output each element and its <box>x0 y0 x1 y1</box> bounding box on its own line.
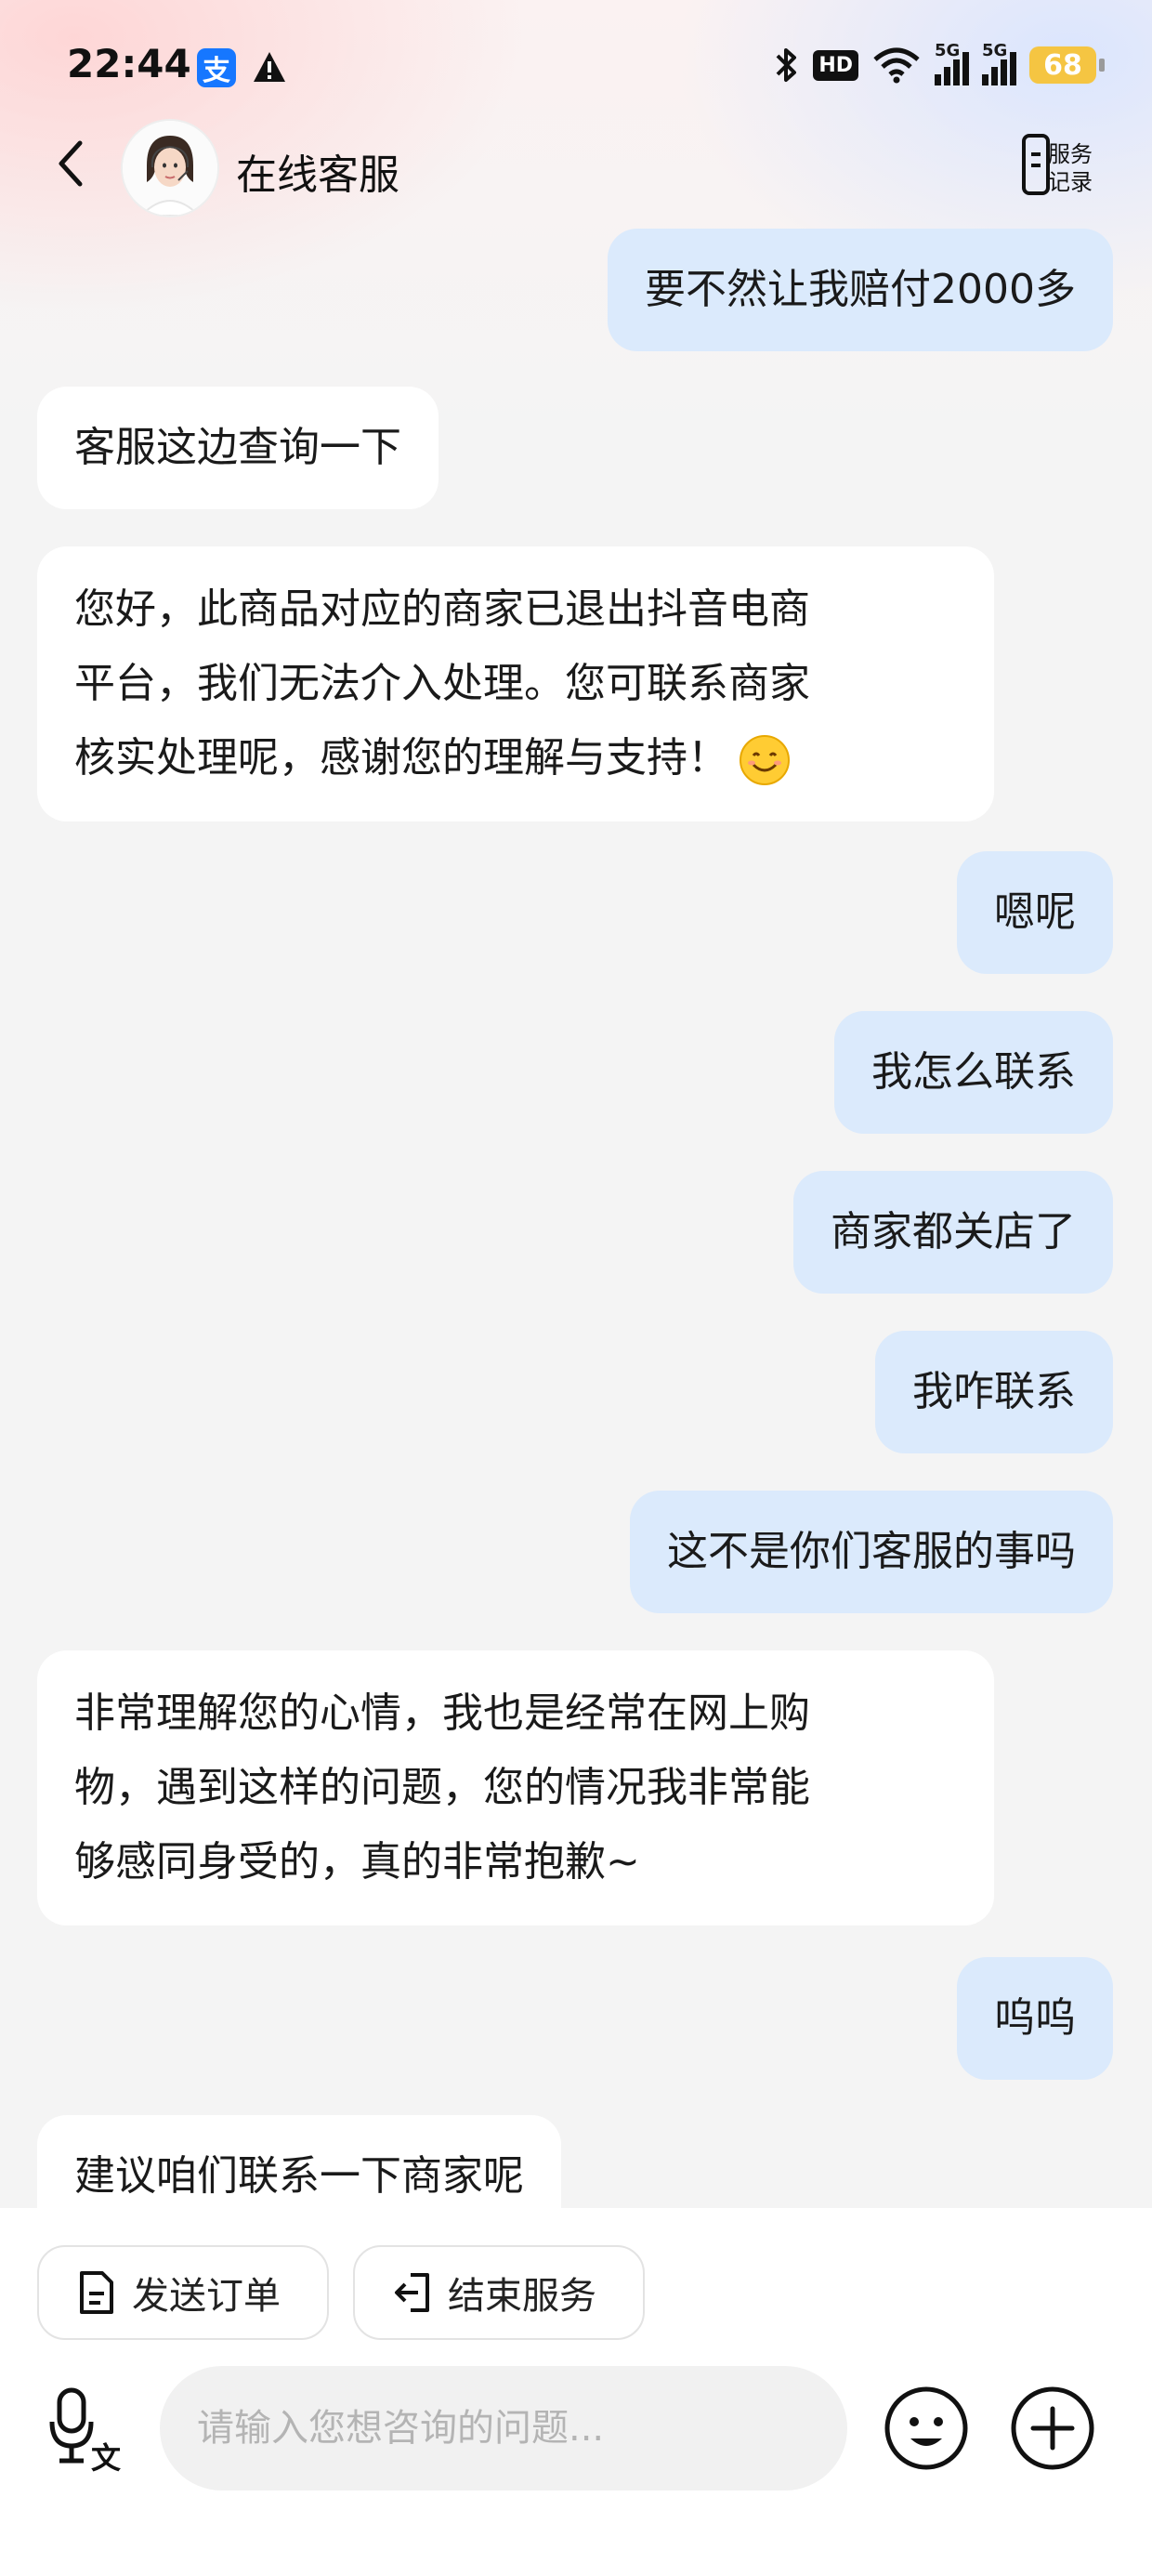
signal-icon-2: 5G <box>982 41 1016 85</box>
svg-text:记录: 记录 <box>1048 169 1093 195</box>
status-icons: HD 5G 5G 68 <box>772 41 1105 85</box>
status-bar: 22:44 支 HD 5G 5G 68 <box>0 0 1152 139</box>
user-message-bubble[interactable]: 要不然让我赔付2000多 <box>608 229 1113 351</box>
svg-text:服务: 服务 <box>1048 141 1093 167</box>
input-row: 文 <box>0 2366 1152 2496</box>
send-order-button[interactable]: 发送订单 <box>37 2245 329 2340</box>
message-line: 非常理解您的心情，我也是经常在网上购 <box>74 1689 810 1737</box>
document-icon <box>80 2271 113 2314</box>
agent-message-bubble[interactable]: 建议咱们联系一下商家呢 <box>37 2115 561 2208</box>
service-record-icon: 服务 记录 <box>1022 134 1093 195</box>
agent-message-bubble[interactable]: 客服这边查询一下 <box>37 387 439 509</box>
user-message-bubble[interactable]: 这不是你们客服的事吗 <box>630 1491 1113 1613</box>
chat-header: 在线客服 服务 记录 <box>0 121 1152 216</box>
message-list[interactable]: 要不然让我赔付2000多 客服这边查询一下 您好，此商品对应的商家已退出抖音电商… <box>0 223 1152 2208</box>
user-message-bubble[interactable]: 商家都关店了 <box>793 1171 1113 1294</box>
agent-portrait-icon <box>123 121 217 216</box>
send-order-label: 发送订单 <box>132 2275 281 2318</box>
back-arrow-icon[interactable] <box>45 136 100 191</box>
battery-indicator: 68 <box>1029 46 1105 84</box>
svg-text:文: 文 <box>91 2440 121 2476</box>
user-message-bubble[interactable]: 呜呜 <box>957 1957 1113 2080</box>
message-input[interactable] <box>160 2366 847 2491</box>
voice-to-text-button[interactable]: 文 <box>48 2385 132 2477</box>
service-record-button[interactable]: 服务 记录 <box>1020 130 1104 204</box>
exit-icon <box>395 2273 429 2312</box>
hd-voice-icon: HD <box>813 49 858 81</box>
end-service-label: 结束服务 <box>448 2275 596 2318</box>
status-time: 22:44 <box>67 41 191 86</box>
emoji-face-icon <box>884 2386 968 2470</box>
user-message-bubble[interactable]: 我咋联系 <box>875 1331 1113 1453</box>
user-message-bubble[interactable]: 我怎么联系 <box>834 1011 1113 1134</box>
more-options-button[interactable] <box>1009 2385 1096 2472</box>
emoji-button[interactable] <box>883 2385 970 2472</box>
agent-message-bubble[interactable]: 您好，此商品对应的商家已退出抖音电商 平台，我们无法介入处理。您可联系商家 核实… <box>37 546 994 821</box>
microphone-icon: 文 <box>49 2387 121 2476</box>
warning-icon <box>254 52 285 82</box>
bluetooth-icon <box>776 48 797 82</box>
wifi-icon <box>873 47 920 84</box>
page-title: 在线客服 <box>236 151 399 199</box>
smiling-face-emoji-icon <box>740 735 790 785</box>
agent-message-bubble[interactable]: 非常理解您的心情，我也是经常在网上购 物，遇到这样的问题，您的情况我非常能 够感… <box>37 1650 994 1925</box>
bottom-panel: 发送订单 结束服务 文 <box>0 2208 1152 2576</box>
alipay-icon: 支 <box>197 48 236 87</box>
message-line: 够感同身受的，真的非常抱歉~ <box>74 1838 640 1886</box>
message-line: 物，遇到这样的问题，您的情况我非常能 <box>74 1764 810 1811</box>
plus-icon <box>1011 2386 1094 2470</box>
user-message-bubble[interactable]: 嗯呢 <box>957 851 1113 974</box>
end-service-button[interactable]: 结束服务 <box>353 2245 645 2340</box>
message-line: 核实处理呢，感谢您的理解与支持！ <box>74 721 957 795</box>
signal-icon-1: 5G <box>935 41 969 85</box>
agent-avatar[interactable] <box>123 121 217 216</box>
message-line: 平台，我们无法介入处理。您可联系商家 <box>74 660 810 707</box>
message-line: 您好，此商品对应的商家已退出抖音电商 <box>74 585 810 633</box>
